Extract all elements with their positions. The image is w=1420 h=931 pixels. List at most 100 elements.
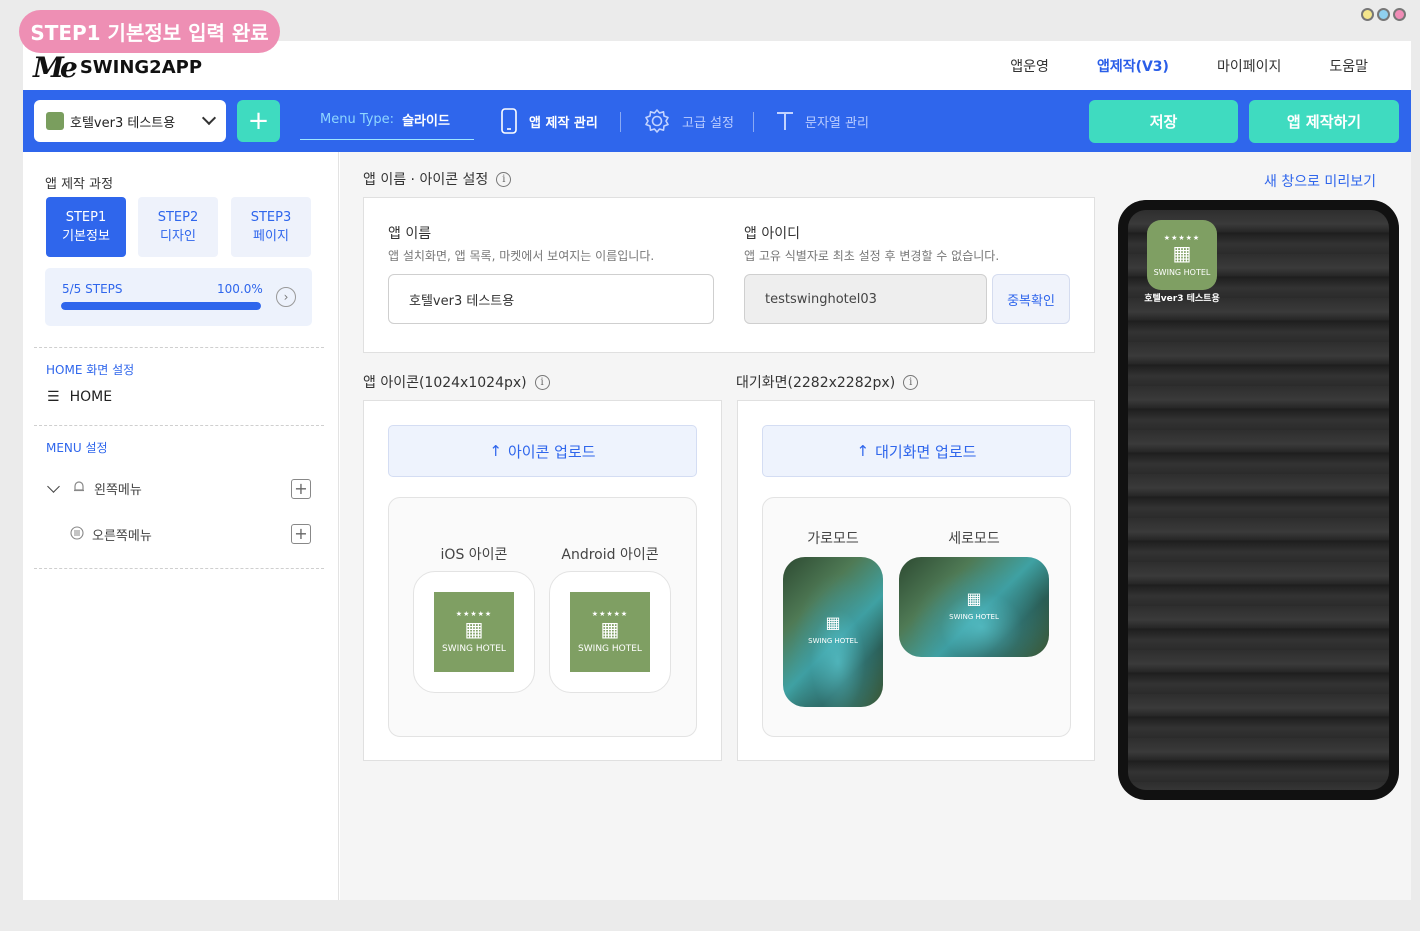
add-right-menu-button[interactable]: + [291, 524, 311, 544]
android-app-icon: ★★★★★ ▦ SWING HOTEL [570, 592, 650, 672]
icon-panel: ↑ 아이콘 업로드 iOS 아이콘 Android 아이콘 ★★★★★ ▦ SW… [363, 400, 722, 761]
add-left-menu-button[interactable]: + [291, 479, 311, 499]
divider [34, 425, 324, 426]
maximize-dot[interactable] [1377, 8, 1390, 21]
menu-type-selector[interactable]: Menu Type: 슬라이드 [300, 100, 474, 140]
splash-preview-box: 가로모드 세로모드 ▦ SWING HOTEL ▦ SWING HOTEL [762, 497, 1071, 737]
save-button[interactable]: 저장 [1089, 100, 1238, 143]
hotel-logo-text: SWING HOTEL [578, 644, 642, 654]
portrait-caption: 세로모드 [948, 531, 1000, 547]
building-icon: ▦ [600, 617, 620, 641]
chevron-right-icon[interactable]: › [276, 287, 296, 307]
home-section-label: HOME 화면 설정 [46, 363, 135, 377]
window-controls[interactable] [1361, 8, 1406, 21]
duplicate-check-button[interactable]: 중복확인 [992, 274, 1070, 324]
tab-step3[interactable]: STEP3 페이지 [231, 197, 311, 257]
preview-app-icon[interactable]: ★★★★★ ▦ SWING HOTEL [1147, 220, 1217, 290]
menu-left-label: 왼쪽메뉴 [94, 483, 142, 498]
icon-upload-button[interactable]: ↑ 아이콘 업로드 [388, 425, 697, 477]
upload-icon: ↑ [489, 442, 502, 460]
building-icon: ▦ [825, 613, 841, 632]
home-item[interactable]: ☰ HOME [47, 389, 112, 405]
chevron-down-icon [201, 110, 217, 126]
android-icon-frame: ★★★★★ ▦ SWING HOTEL [549, 571, 671, 693]
nav-app-operation[interactable]: 앱운영 [1010, 56, 1049, 76]
preview-app-name: 호텔ver3 테스트용 [1144, 294, 1220, 304]
icon-section-label: 앱 아이콘(1024x1024px) [363, 375, 527, 391]
step-complete-badge: STEP1 기본정보 입력 완료 [19, 10, 280, 53]
tool-string-management-label: 문자열 관리 [805, 115, 869, 131]
tab-step2-num: STEP2 [157, 210, 199, 225]
app-name-desc: 앱 설치화면, 앱 목록, 마켓에서 보여지는 이름입니다. [388, 249, 655, 263]
menu-right-item[interactable]: 오른쪽메뉴 [70, 525, 152, 544]
text-icon [775, 107, 795, 135]
tool-app-management[interactable]: 앱 제작 관리 [499, 107, 598, 135]
tab-step1[interactable]: STEP1 기본정보 [46, 197, 126, 257]
make-app-button[interactable]: 앱 제작하기 [1249, 100, 1399, 143]
building-icon: ▦ [966, 589, 982, 608]
app-id-title: 앱 아이디 [744, 226, 800, 242]
phone-screen: ★★★★★ ▦ SWING HOTEL 호텔ver3 테스트용 [1128, 210, 1389, 790]
menu-right-label: 오른쪽메뉴 [92, 529, 152, 544]
icon-preview-box: iOS 아이콘 Android 아이콘 ★★★★★ ▦ SWING HOTEL … [388, 497, 697, 737]
tool-advanced-settings-label: 고급 설정 [682, 115, 734, 131]
android-icon-caption: Android 아이콘 [561, 547, 659, 563]
logo-name: SWING2APP [79, 57, 203, 78]
nav-help[interactable]: 도움말 [1329, 56, 1368, 76]
ios-icon-frame: ★★★★★ ▦ SWING HOTEL [413, 571, 535, 693]
app-thumbnail-icon [46, 112, 64, 130]
tool-advanced-settings[interactable]: 고급 설정 [642, 107, 734, 135]
info-icon[interactable]: i [534, 374, 550, 390]
preview-new-window-link[interactable]: 새 창으로 미리보기 [1220, 171, 1411, 191]
tab-step2-label: 디자인 [160, 229, 196, 244]
menu-left-item[interactable]: 왼쪽메뉴 [47, 479, 142, 498]
icon-section-title: 앱 아이콘(1024x1024px) i [363, 372, 550, 392]
tool-string-management[interactable]: 문자열 관리 [775, 107, 869, 135]
nav-app-build[interactable]: 앱제작(V3) [1097, 56, 1169, 76]
gear-icon [642, 107, 672, 135]
sidebar: 앱 제작 과정 STEP1 기본정보 STEP2 디자인 STEP3 페이지 5… [23, 152, 339, 900]
app-id-input[interactable]: testswinghotel03 [744, 274, 987, 324]
landscape-splash-image: ▦ SWING HOTEL [783, 557, 883, 707]
progress-bar [61, 302, 261, 310]
divider [753, 112, 754, 132]
menu-lines-icon: ☰ [47, 389, 60, 405]
splash-panel: ↑ 대기화면 업로드 가로모드 세로모드 ▦ SWING HOTEL ▦ SWI… [737, 400, 1095, 761]
menu-type-label: Menu Type: [320, 112, 395, 127]
tab-step3-num: STEP3 [250, 210, 292, 225]
menu-type-value: 슬라이드 [402, 114, 450, 129]
name-section-title: 앱 이름 · 아이콘 설정 i [363, 169, 512, 189]
building-icon: ▦ [1172, 240, 1192, 265]
app-id-desc: 앱 고유 식별자로 최초 설정 후 변경할 수 없습니다. [744, 249, 1000, 263]
ios-app-icon: ★★★★★ ▦ SWING HOTEL [434, 592, 514, 672]
logo[interactable]: Me SWING2APP [33, 51, 202, 84]
tab-step3-label: 페이지 [253, 229, 289, 244]
building-icon: ▦ [464, 617, 484, 641]
splash-logo-text: SWING HOTEL [949, 613, 999, 621]
info-icon[interactable]: i [496, 171, 512, 187]
landscape-caption: 가로모드 [807, 531, 859, 547]
info-icon[interactable]: i [903, 374, 919, 390]
app-name-panel: 앱 이름 앱 설치화면, 앱 목록, 마켓에서 보여지는 이름입니다. 호텔ve… [363, 197, 1095, 353]
bell-icon [72, 480, 86, 498]
app-name-input[interactable]: 호텔ver3 테스트용 [388, 274, 714, 324]
logo-mark: Me [33, 51, 78, 84]
upload-icon: ↑ [856, 442, 870, 460]
top-nav: 앱운영 앱제작(V3) 마이페이지 도움말 [962, 56, 1368, 76]
tool-app-management-label: 앱 제작 관리 [529, 115, 598, 131]
app-name-title: 앱 이름 [388, 226, 432, 242]
close-dot[interactable] [1393, 8, 1406, 21]
progress-panel: 5/5 STEPS 100.0% › [45, 268, 312, 326]
splash-section-label: 대기화면(2282x2282px) [736, 375, 896, 391]
chevron-down-icon[interactable] [47, 480, 60, 493]
nav-mypage[interactable]: 마이페이지 [1217, 56, 1281, 76]
portrait-splash-image: ▦ SWING HOTEL [899, 557, 1049, 657]
splash-upload-button[interactable]: ↑ 대기화면 업로드 [762, 425, 1071, 477]
minimize-dot[interactable] [1361, 8, 1374, 21]
tab-step2[interactable]: STEP2 디자인 [138, 197, 218, 257]
add-app-button[interactable]: + [237, 100, 280, 142]
list-circle-icon [70, 525, 84, 544]
hotel-logo-text: SWING HOTEL [1153, 267, 1211, 277]
app-select-dropdown[interactable]: 호텔ver3 테스트용 [34, 100, 226, 142]
name-section-label: 앱 이름 · 아이콘 설정 [363, 172, 489, 188]
